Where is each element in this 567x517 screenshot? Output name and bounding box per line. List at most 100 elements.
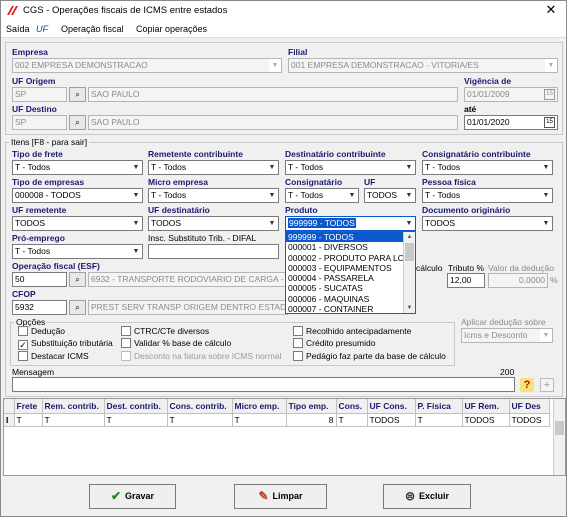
table-cell[interactable]: T bbox=[167, 413, 233, 427]
checkbox-substituicao-tributaria[interactable]: ✓ Substituição tributária bbox=[18, 338, 113, 350]
scrollbar-thumb[interactable] bbox=[405, 243, 414, 261]
dropdown-option[interactable]: 999999 - TODOS bbox=[286, 232, 415, 243]
produto-dropdown-list[interactable]: 999999 - TODOS 000001 - DIVERSOS 000002 … bbox=[285, 231, 416, 314]
checkbox-box[interactable] bbox=[18, 326, 28, 336]
check-icon[interactable]: ✓ bbox=[18, 340, 28, 350]
micro-empresa-select[interactable]: T - Todos ▼ bbox=[148, 188, 279, 203]
limpar-button[interactable]: ✎ Limpar bbox=[234, 484, 327, 509]
column-header[interactable]: Frete bbox=[14, 399, 43, 414]
calendar-icon[interactable]: 15 bbox=[544, 117, 555, 128]
table-cell[interactable]: T bbox=[104, 413, 168, 427]
table-cell[interactable]: T bbox=[232, 413, 287, 427]
checkbox-destacar-icms[interactable]: Destacar ICMS bbox=[18, 351, 89, 361]
excluir-button[interactable]: ⊜ Excluir bbox=[383, 484, 471, 509]
add-icon[interactable]: + bbox=[540, 378, 554, 392]
aplicar-deducao-select[interactable]: Icms e Desconto ▼ bbox=[461, 328, 553, 343]
checkbox-box[interactable] bbox=[121, 351, 131, 361]
table-cell[interactable]: TODOS bbox=[462, 413, 510, 427]
menu-operacao-fiscal[interactable]: Operação fiscal bbox=[61, 24, 124, 34]
dropdown-option[interactable]: 000006 - MAQUINAS bbox=[286, 294, 415, 304]
valor-deducao-input[interactable]: 0,0000 bbox=[488, 273, 548, 288]
calendar-icon[interactable]: 15 bbox=[544, 89, 555, 100]
help-icon[interactable]: ? bbox=[520, 378, 534, 392]
consignatario-select[interactable]: T - Todos ▼ bbox=[285, 188, 359, 203]
column-header[interactable]: Tipo emp. bbox=[286, 399, 337, 414]
doc-originario-select[interactable]: TODOS ▼ bbox=[422, 216, 553, 231]
uf-remetente-select[interactable]: TODOS ▼ bbox=[12, 216, 143, 231]
checkbox-deducao[interactable]: Dedução bbox=[18, 326, 65, 336]
checkbox-box[interactable] bbox=[293, 351, 303, 361]
binoculars-icon[interactable]: ⌕ bbox=[69, 115, 86, 130]
menu-uf[interactable]: UF bbox=[36, 24, 48, 34]
dropdown-scrollbar[interactable]: ▲ ▼ bbox=[403, 232, 415, 313]
checkbox-recolhido-antecipadamente[interactable]: Recolhido antecipadamente bbox=[293, 326, 411, 336]
operations-grid[interactable]: Frete Rem. contrib. Dest. contrib. Cons.… bbox=[3, 398, 566, 476]
column-header[interactable]: Rem. contrib. bbox=[42, 399, 105, 414]
gravar-button[interactable]: ✔ Gravar bbox=[89, 484, 176, 509]
column-header[interactable]: Dest. contrib. bbox=[104, 399, 168, 414]
table-cell[interactable]: T bbox=[415, 413, 463, 427]
tributo-input[interactable]: 12,00 bbox=[447, 273, 485, 288]
cfop-input[interactable]: 5932 bbox=[12, 300, 67, 315]
dropdown-option[interactable]: 000002 - PRODUTO PARA LO bbox=[286, 253, 415, 263]
table-cell[interactable]: TODOS bbox=[367, 413, 416, 427]
column-header[interactable]: Micro emp. bbox=[232, 399, 287, 414]
checkbox-ctrc-diversos[interactable]: CTRC/CTe diversos bbox=[121, 326, 209, 336]
binoculars-icon[interactable]: ⌕ bbox=[69, 272, 86, 287]
column-header[interactable]: UF Des bbox=[509, 399, 550, 414]
destinatario-contrib-select[interactable]: T - Todos ▼ bbox=[285, 160, 416, 175]
binoculars-icon[interactable]: ⌕ bbox=[69, 300, 86, 315]
tipo-empresas-select[interactable]: 000008 - TODOS ▼ bbox=[12, 188, 143, 203]
checkbox-box[interactable] bbox=[121, 326, 131, 336]
checkbox-desconto-fatura[interactable]: Desconto na fatura sobre ICMS normal bbox=[121, 351, 281, 361]
dropdown-option[interactable]: 000005 - SUCATAS bbox=[286, 283, 415, 293]
dropdown-option[interactable]: 000001 - DIVERSOS bbox=[286, 242, 415, 252]
dropdown-option[interactable]: 000003 - EQUIPAMENTOS bbox=[286, 263, 415, 273]
empresa-select[interactable]: 002 EMPRESA DEMONSTRACAO ▼ bbox=[12, 58, 282, 73]
filial-select[interactable]: 001 EMPRESA DEMONSTRACAO - VITORIA/ES ▼ bbox=[288, 58, 558, 73]
consignatario-contrib-select[interactable]: T - Todos ▼ bbox=[422, 160, 553, 175]
vigencia-de-input[interactable]: 01/01/2009 15 bbox=[464, 87, 558, 102]
column-header[interactable]: P. Física bbox=[415, 399, 463, 414]
table-cell[interactable]: T bbox=[14, 413, 43, 427]
table-cell[interactable]: TODOS bbox=[509, 413, 550, 427]
checkbox-box[interactable] bbox=[18, 351, 28, 361]
table-cell[interactable]: T bbox=[336, 413, 368, 427]
column-header[interactable]: Cons. contrib. bbox=[167, 399, 233, 414]
checkbox-box[interactable] bbox=[293, 338, 303, 348]
scroll-down-icon[interactable]: ▼ bbox=[405, 303, 414, 313]
menu-saida[interactable]: Saída bbox=[6, 24, 30, 34]
close-icon[interactable]: ✕ bbox=[544, 3, 558, 17]
column-header[interactable]: UF Rem. bbox=[462, 399, 510, 414]
dropdown-option[interactable]: 000007 - CONTAINER bbox=[286, 304, 415, 313]
checkbox-validar-base[interactable]: Validar % base de cálculo bbox=[121, 338, 231, 348]
scrollbar-thumb[interactable] bbox=[555, 421, 564, 435]
checkbox-box[interactable] bbox=[293, 326, 303, 336]
remetente-contrib-select[interactable]: T - Todos ▼ bbox=[148, 160, 279, 175]
uf-destino-input[interactable]: SP bbox=[12, 115, 67, 130]
produto-select[interactable]: 999999 - TODOS ▼ bbox=[285, 216, 416, 231]
operacao-fiscal-input[interactable]: 50 bbox=[12, 272, 67, 287]
uf-destinatario-select[interactable]: TODOS ▼ bbox=[148, 216, 279, 231]
uf-origem-input[interactable]: SP bbox=[12, 87, 67, 102]
checkbox-pedagio-base[interactable]: Pedágio faz parte da base de cálculo bbox=[293, 351, 446, 361]
menu-copiar-operacoes[interactable]: Copiar operações bbox=[136, 24, 207, 34]
grid-vertical-scrollbar[interactable] bbox=[553, 399, 565, 475]
insc-subst-input[interactable] bbox=[148, 244, 279, 259]
table-cell[interactable]: T bbox=[42, 413, 105, 427]
uf-select[interactable]: TODOS ▼ bbox=[364, 188, 416, 203]
checkbox-credito-presumido[interactable]: Crédito presumido bbox=[293, 338, 375, 348]
pro-emprego-select[interactable]: T - Todos ▼ bbox=[12, 244, 143, 259]
tipo-frete-select[interactable]: T - Todos ▼ bbox=[12, 160, 143, 175]
pessoa-fisica-select[interactable]: T - Todos ▼ bbox=[422, 188, 553, 203]
table-row[interactable]: I T T T T T 8 T TODOS T TODOS TODOS bbox=[4, 413, 550, 427]
dropdown-option[interactable]: 000004 - PASSARELA bbox=[286, 273, 415, 283]
mensagem-input[interactable] bbox=[12, 377, 515, 392]
column-header[interactable]: Cons. bbox=[336, 399, 368, 414]
binoculars-icon[interactable]: ⌕ bbox=[69, 87, 86, 102]
scroll-up-icon[interactable]: ▲ bbox=[405, 232, 414, 242]
checkbox-box[interactable] bbox=[121, 338, 131, 348]
table-cell[interactable]: 8 bbox=[286, 413, 337, 427]
ate-input[interactable]: 01/01/2020 15 bbox=[464, 115, 558, 130]
column-header[interactable]: UF Cons. bbox=[367, 399, 416, 414]
